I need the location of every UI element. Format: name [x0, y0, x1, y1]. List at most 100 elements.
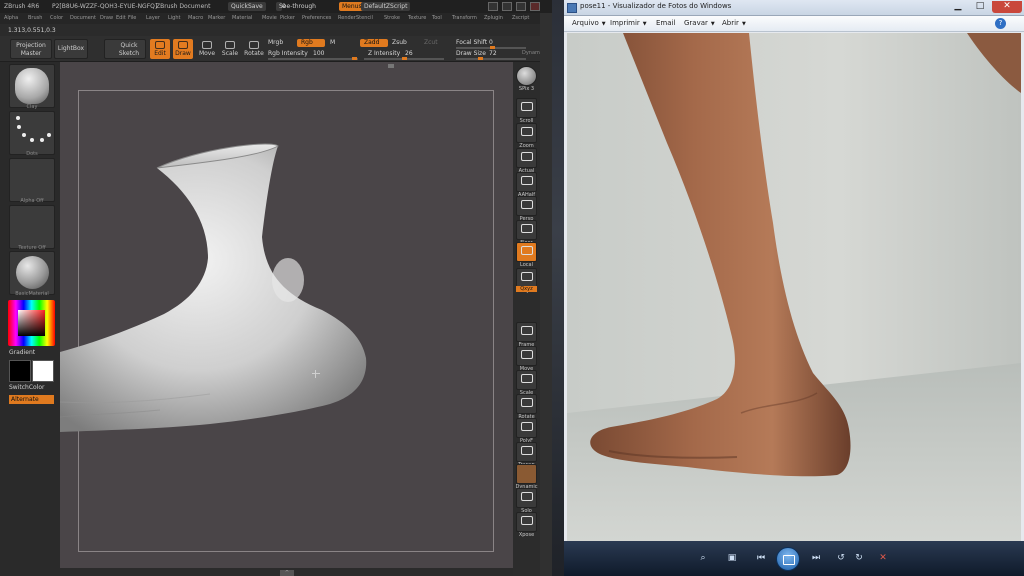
- delete-icon[interactable]: ✕: [876, 552, 890, 564]
- transp-button[interactable]: [516, 442, 537, 462]
- menu-stroke[interactable]: Stroke: [384, 13, 400, 24]
- foot-3d-model[interactable]: [60, 62, 513, 568]
- menu-zscript[interactable]: Zscript: [512, 13, 529, 24]
- zsub-toggle[interactable]: Zsub: [392, 39, 407, 46]
- mrgb-toggle[interactable]: Mrgb: [268, 39, 283, 46]
- rgb-intensity-knob[interactable]: [352, 57, 357, 60]
- menu-file[interactable]: File: [128, 13, 136, 24]
- draw-size-slider[interactable]: [456, 58, 526, 60]
- menu-gravar[interactable]: Gravar ▼: [684, 19, 715, 27]
- polyf-button[interactable]: [516, 418, 537, 438]
- actual-size-icon[interactable]: ▣: [725, 552, 739, 564]
- menu-transform[interactable]: Transform: [452, 13, 477, 24]
- edit-mode-button[interactable]: Edit: [150, 39, 170, 59]
- actual-button[interactable]: [516, 148, 537, 168]
- rgb-intensity-slider[interactable]: [268, 58, 358, 60]
- z-intensity-knob[interactable]: [402, 57, 407, 60]
- m-toggle[interactable]: M: [330, 39, 335, 46]
- scale-button[interactable]: [516, 370, 537, 390]
- focal-shift-value[interactable]: 0: [489, 39, 493, 46]
- zbrush-viewport[interactable]: ^: [60, 62, 513, 576]
- menu-alpha[interactable]: Alpha: [4, 13, 18, 24]
- draw-size-value[interactable]: 72: [489, 50, 497, 57]
- draw-mode-button[interactable]: Draw: [173, 39, 193, 59]
- rotate-button[interactable]: [516, 394, 537, 414]
- lsym-button[interactable]: [516, 268, 537, 288]
- menu-texture[interactable]: Texture: [408, 13, 426, 24]
- rgb-intensity-value[interactable]: 100: [313, 50, 324, 57]
- menu-macro[interactable]: Macro: [188, 13, 203, 24]
- zcut-toggle[interactable]: Zcut: [424, 39, 438, 46]
- frame-button[interactable]: [516, 322, 537, 342]
- previous-icon[interactable]: ⏮: [754, 552, 768, 564]
- rotate-mode-button[interactable]: Rotate: [243, 39, 265, 59]
- dynamic-button[interactable]: [516, 464, 537, 484]
- menu-marker[interactable]: Marker: [208, 13, 225, 24]
- menu-preferences[interactable]: Preferences: [302, 13, 331, 24]
- rgb-toggle[interactable]: Rgb: [297, 39, 325, 47]
- gradient-toggle[interactable]: Gradient: [9, 349, 35, 356]
- zbrush-close-button[interactable]: [530, 2, 540, 11]
- move-button[interactable]: [516, 346, 537, 366]
- photo-display[interactable]: [567, 33, 1021, 541]
- spix-button[interactable]: [516, 66, 537, 86]
- xpose-button[interactable]: [516, 512, 537, 532]
- local-button[interactable]: [516, 242, 537, 262]
- switch-color-button[interactable]: SwitchColor: [9, 384, 45, 391]
- menu-email[interactable]: Email: [656, 19, 675, 27]
- menu-zplugin[interactable]: Zplugin: [484, 13, 503, 24]
- menu-movie[interactable]: Movie: [262, 13, 277, 24]
- brush-selector[interactable]: [9, 64, 55, 108]
- zbrush-minimize-button[interactable]: [488, 2, 498, 11]
- primary-color-swatch[interactable]: [9, 360, 31, 382]
- menu-draw[interactable]: Draw: [100, 13, 113, 24]
- z-intensity-value[interactable]: 26: [405, 50, 413, 57]
- menu-light[interactable]: Light: [168, 13, 180, 24]
- scroll-button[interactable]: [516, 98, 537, 118]
- color-picker-square[interactable]: [18, 310, 45, 336]
- zbrush-tray-scrollbar[interactable]: [540, 13, 552, 576]
- minimize-button[interactable]: ▁: [947, 1, 969, 13]
- solo-button[interactable]: [516, 488, 537, 508]
- menu-tool[interactable]: Tool: [432, 13, 442, 24]
- menu-imprimir[interactable]: Imprimir ▼: [610, 19, 647, 27]
- viewport-bottom-marker[interactable]: ^: [280, 570, 294, 576]
- help-icon[interactable]: ?: [995, 18, 1006, 29]
- menu-layer[interactable]: Layer: [146, 13, 160, 24]
- next-icon[interactable]: ⏭: [809, 552, 823, 564]
- stroke-selector[interactable]: [9, 111, 55, 155]
- magnifier-icon[interactable]: ⌕: [696, 552, 710, 564]
- floor-button[interactable]: [516, 220, 537, 240]
- quick-sketch-button[interactable]: Quick Sketch: [104, 39, 146, 59]
- menu-material[interactable]: Material: [232, 13, 252, 24]
- menu-arquivo[interactable]: Arquivo ▼: [572, 19, 606, 27]
- menu-stencil[interactable]: Stencil: [356, 13, 373, 24]
- menu-color[interactable]: Color: [50, 13, 63, 24]
- maximize-button[interactable]: □: [969, 1, 991, 13]
- scale-mode-button[interactable]: Scale: [220, 39, 240, 59]
- zadd-toggle[interactable]: Zadd: [360, 39, 388, 47]
- alternate-button[interactable]: Alternate: [9, 395, 54, 404]
- texture-selector[interactable]: [9, 205, 55, 249]
- lightbox-button[interactable]: LightBox: [54, 39, 88, 59]
- zbrush-restore-button[interactable]: [516, 2, 526, 11]
- aahalf-button[interactable]: [516, 172, 537, 192]
- close-button[interactable]: ✕: [992, 1, 1022, 13]
- menu-brush[interactable]: Brush: [28, 13, 42, 24]
- color-picker[interactable]: [8, 300, 55, 346]
- rotate-cw-icon[interactable]: ↻: [852, 552, 866, 564]
- default-zscript-button[interactable]: DefaultZScript: [361, 2, 411, 11]
- qxyz-button[interactable]: Qxyz: [516, 286, 537, 292]
- slideshow-icon[interactable]: [776, 547, 800, 571]
- move-mode-button[interactable]: Move: [197, 39, 217, 59]
- alpha-selector[interactable]: [9, 158, 55, 202]
- menu-edit[interactable]: Edit: [116, 13, 126, 24]
- see-through-slider[interactable]: See-through 0: [276, 2, 316, 11]
- zbrush-maximize-button[interactable]: [502, 2, 512, 11]
- secondary-color-swatch[interactable]: [32, 360, 54, 382]
- draw-size-knob[interactable]: [478, 57, 483, 60]
- menu-render[interactable]: Render: [338, 13, 356, 24]
- menu-abrir[interactable]: Abrir ▼: [722, 19, 746, 27]
- quicksave-button[interactable]: QuickSave: [228, 2, 266, 11]
- material-selector[interactable]: [9, 251, 55, 295]
